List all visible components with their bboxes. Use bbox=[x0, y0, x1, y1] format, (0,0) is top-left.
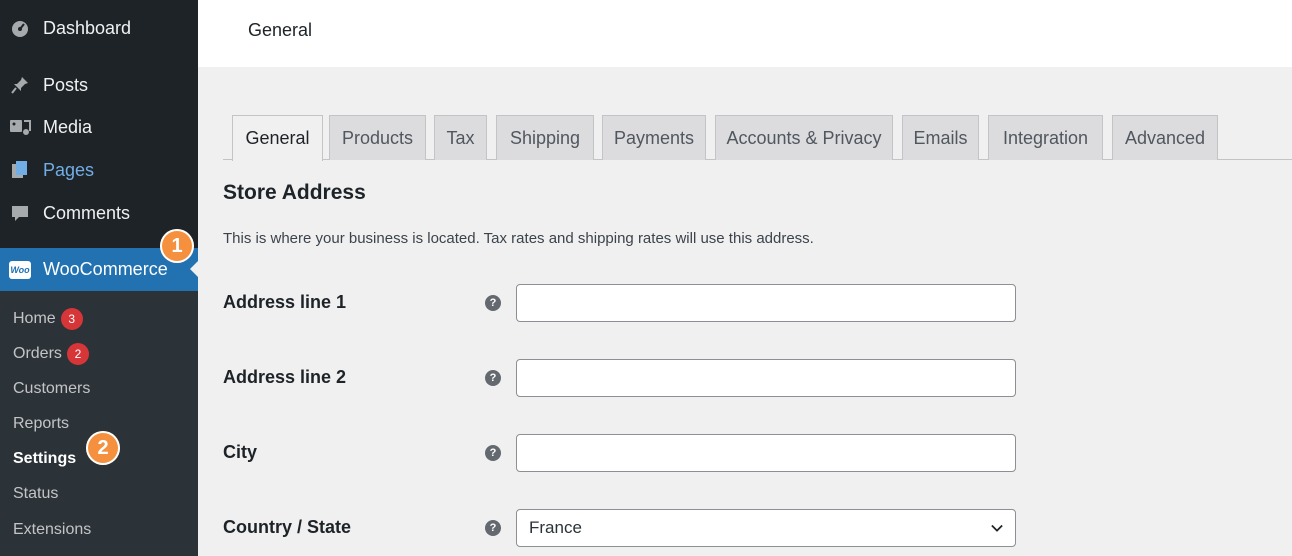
menu-media[interactable]: Media bbox=[0, 107, 198, 147]
address1-help-icon[interactable]: ? bbox=[485, 295, 501, 311]
submenu-orders[interactable]: Orders 2 bbox=[13, 343, 89, 365]
submenu-extensions[interactable]: Extensions bbox=[13, 521, 91, 539]
country-select-value: France bbox=[529, 518, 582, 537]
city-input[interactable] bbox=[516, 434, 1016, 472]
menu-dashboard-label: Dashboard bbox=[43, 17, 132, 38]
chevron-down-icon bbox=[991, 522, 1003, 534]
tab-tax[interactable]: Tax bbox=[434, 115, 487, 160]
country-label: Country / State bbox=[223, 517, 352, 537]
menu-pages[interactable]: Pages bbox=[0, 150, 198, 190]
submenu-status[interactable]: Status bbox=[13, 485, 58, 503]
menu-comments[interactable]: Comments bbox=[0, 193, 198, 233]
woocommerce-icon: Woo bbox=[9, 259, 31, 281]
current-menu-arrow bbox=[190, 261, 198, 277]
menu-posts-label: Posts bbox=[43, 74, 89, 95]
pushpin-icon bbox=[9, 74, 31, 96]
address1-input[interactable] bbox=[516, 284, 1016, 322]
woo-logo: Woo bbox=[9, 260, 31, 279]
city-label: City bbox=[223, 442, 258, 462]
page-title: General bbox=[248, 20, 313, 40]
address2-input[interactable] bbox=[516, 359, 1016, 397]
step-marker-2: 2 bbox=[86, 431, 120, 465]
tab-emails[interactable]: Emails bbox=[902, 115, 979, 160]
tab-general[interactable]: General bbox=[232, 115, 323, 161]
menu-woocommerce-label: WooCommerce bbox=[43, 259, 168, 279]
city-help-icon[interactable]: ? bbox=[485, 445, 501, 461]
address2-label: Address line 2 bbox=[223, 367, 347, 387]
settings-tabs: General Products Tax Shipping Payments A… bbox=[223, 115, 1292, 161]
section-title: Store Address bbox=[223, 181, 366, 204]
country-help-icon[interactable]: ? bbox=[485, 520, 501, 536]
country-select[interactable]: France bbox=[516, 509, 1016, 547]
submenu-settings[interactable]: Settings bbox=[13, 450, 76, 468]
submenu-home-label: Home bbox=[13, 310, 56, 327]
tab-products[interactable]: Products bbox=[329, 115, 426, 160]
step-marker-1: 1 bbox=[160, 229, 194, 263]
address1-label: Address line 1 bbox=[223, 292, 347, 312]
tab-advanced[interactable]: Advanced bbox=[1112, 115, 1218, 160]
admin-sidebar: Dashboard Posts Media Pages Comments Woo… bbox=[0, 0, 198, 556]
menu-media-label: Media bbox=[43, 116, 93, 137]
address2-help-icon[interactable]: ? bbox=[485, 370, 501, 386]
menu-dashboard[interactable]: Dashboard bbox=[0, 8, 198, 48]
woocommerce-submenu: Home 3 Orders 2 Customers Reports Settin… bbox=[0, 291, 198, 556]
page-header: General bbox=[198, 0, 1292, 67]
media-icon bbox=[9, 116, 31, 138]
tab-shipping[interactable]: Shipping bbox=[496, 115, 594, 160]
submenu-reports[interactable]: Reports bbox=[13, 415, 69, 433]
tab-payments[interactable]: Payments bbox=[602, 115, 706, 160]
comment-icon bbox=[9, 202, 31, 224]
dashboard-icon bbox=[9, 17, 31, 39]
orders-count-badge: 2 bbox=[66, 343, 89, 365]
menu-pages-label: Pages bbox=[43, 159, 95, 180]
home-count-badge: 3 bbox=[60, 308, 83, 330]
submenu-customers[interactable]: Customers bbox=[13, 380, 90, 398]
tab-accounts-privacy[interactable]: Accounts & Privacy bbox=[715, 115, 893, 160]
menu-comments-label: Comments bbox=[43, 202, 131, 223]
submenu-home[interactable]: Home 3 bbox=[13, 308, 83, 330]
section-description: This is where your business is located. … bbox=[223, 230, 814, 247]
pages-icon bbox=[9, 159, 31, 181]
menu-posts[interactable]: Posts bbox=[0, 65, 198, 105]
submenu-orders-label: Orders bbox=[13, 345, 62, 362]
tab-integration[interactable]: Integration bbox=[988, 115, 1103, 160]
